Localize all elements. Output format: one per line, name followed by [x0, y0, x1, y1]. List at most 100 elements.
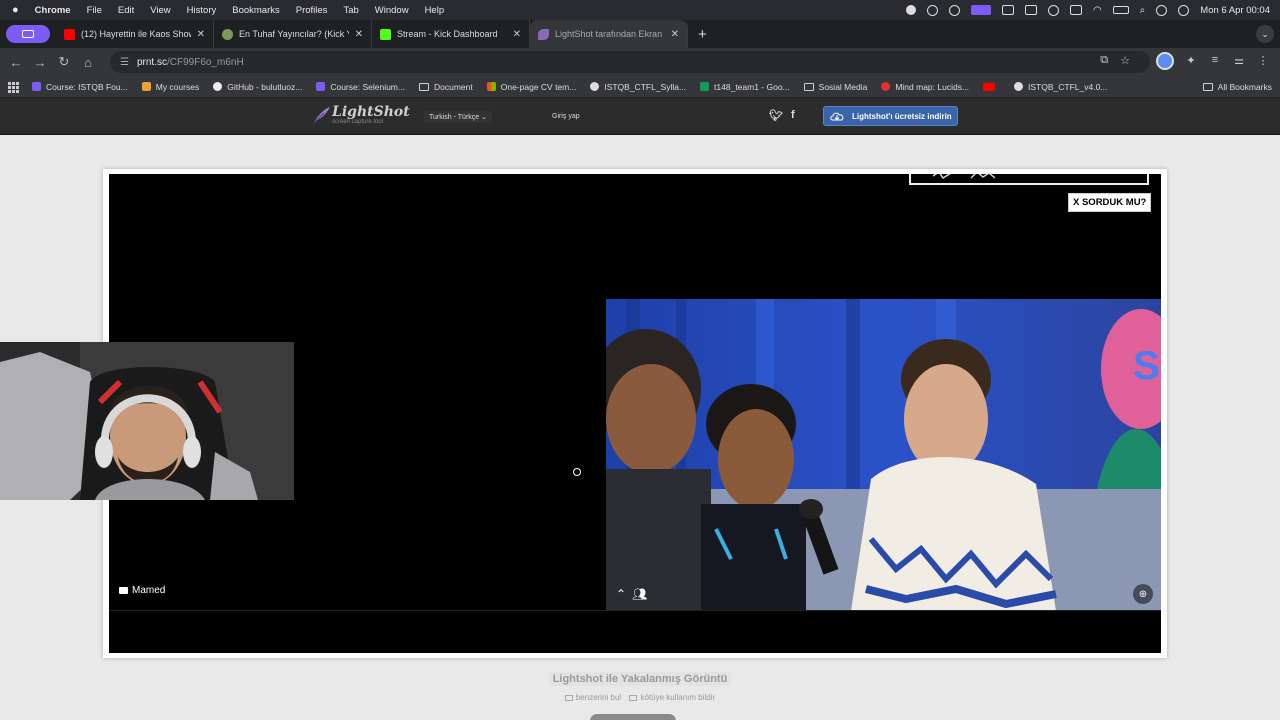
- profile-avatar[interactable]: [1156, 52, 1174, 70]
- screen-share-icon[interactable]: [970, 5, 991, 15]
- back-arrow-icon[interactable]: ←: [4, 55, 28, 70]
- globe-icon: [590, 82, 600, 91]
- siri-icon[interactable]: [1178, 4, 1190, 16]
- flag-icon: [629, 694, 638, 701]
- image-icon: [564, 694, 573, 701]
- cursor-icon: [573, 468, 581, 476]
- control-center-icon[interactable]: [1156, 4, 1168, 16]
- sync-icon[interactable]: [948, 4, 960, 16]
- people-icon[interactable]: 👥︎: [632, 587, 647, 601]
- chevron-up-icon[interactable]: ⌃: [616, 587, 626, 601]
- bookmark-item[interactable]: Course: Selenium...: [316, 82, 405, 92]
- microsoft-icon: [486, 82, 496, 91]
- menu-window[interactable]: Window: [375, 5, 409, 16]
- browser-toolbar: ← → ↻ ⌂ ☰ prnt.sc/CF99F6o_m6nH ⧉ ☆ ✦ ≡ ⚌…: [0, 48, 1280, 76]
- feather-icon: [313, 107, 330, 124]
- site-info-icon[interactable]: ☰: [120, 57, 129, 68]
- tab-kick-dashboard[interactable]: Stream - Kick Dashboard ✕: [372, 20, 530, 48]
- apps-grid-icon[interactable]: [8, 81, 19, 93]
- bookmark-item[interactable]: My courses: [141, 81, 200, 92]
- bookmark-star-icon[interactable]: ☆: [1120, 54, 1130, 67]
- reading-list-icon[interactable]: ≡: [1208, 54, 1222, 68]
- language-select[interactable]: Turkish - Türkçe ⌄: [424, 111, 493, 123]
- bookmark-item[interactable]: GitHub - bulutluoz...: [213, 82, 302, 92]
- menu-tab[interactable]: Tab: [343, 5, 358, 16]
- bookmark-item[interactable]: One-page CV tem...: [486, 82, 576, 92]
- close-icon[interactable]: ✕: [355, 29, 363, 40]
- download-button[interactable]: Lightshot'ı ücretsiz indirin: [823, 106, 958, 126]
- stream-banner-outline: [909, 174, 1149, 185]
- close-icon[interactable]: ✕: [197, 29, 205, 40]
- facebook-icon[interactable]: f: [791, 109, 795, 122]
- report-abuse-link[interactable]: kötüye kullanım bildir: [629, 693, 715, 702]
- spotlight-search-icon[interactable]: ⌕: [1140, 5, 1146, 16]
- extensions-puzzle-icon[interactable]: ✦: [1184, 54, 1198, 68]
- tab-title: En Tuhaf Yayıncılar? (Kick Ya: [239, 29, 349, 39]
- login-link[interactable]: Giriş yap: [547, 111, 585, 122]
- tab-lightshot[interactable]: LightShot tarafından Ekran Gö ✕: [530, 20, 688, 48]
- bookmark-favicon-icon: [141, 82, 151, 91]
- lightshot-header: LightShot screen capture tool Turkish - …: [0, 98, 1280, 135]
- bookmark-item[interactable]: Course: ISTQB Fou...: [32, 82, 128, 92]
- webcam-person-image: [0, 342, 294, 500]
- menu-profiles[interactable]: Profiles: [296, 5, 328, 16]
- github-icon: [213, 82, 223, 91]
- play-icon[interactable]: [1047, 4, 1059, 16]
- bookmark-item[interactable]: ISTQB_CTFL_Sylla...: [590, 82, 686, 92]
- install-app-icon[interactable]: ⧉: [1100, 54, 1108, 67]
- menu-edit[interactable]: Edit: [118, 5, 134, 16]
- more-menu-icon[interactable]: ⋮: [1256, 54, 1270, 68]
- all-bookmarks[interactable]: All Bookmarks: [1202, 82, 1272, 92]
- wifi-icon[interactable]: ◠: [1093, 5, 1102, 16]
- tab-kaos-show[interactable]: (12) Hayrettin ile Kaos Show ✕: [56, 20, 214, 48]
- menu-bookmarks[interactable]: Bookmarks: [232, 5, 280, 16]
- customize-icon[interactable]: ⚌: [1232, 54, 1246, 68]
- home-icon[interactable]: ⌂: [76, 55, 100, 70]
- menu-help[interactable]: Help: [425, 5, 445, 16]
- bookmark-label: GitHub - bulutluoz...: [227, 81, 303, 92]
- creative-cloud-icon[interactable]: [926, 4, 938, 16]
- video-frame: S: [606, 299, 1161, 611]
- menu-app-name[interactable]: Chrome: [35, 5, 71, 16]
- camera-icon[interactable]: [1024, 5, 1037, 15]
- bookmark-label: t148_team1 - Goo...: [714, 81, 790, 92]
- bookmark-label: My courses: [155, 81, 200, 92]
- bookmark-item[interactable]: t148_team1 - Goo...: [700, 82, 790, 92]
- new-tab-icon[interactable]: +: [698, 26, 707, 43]
- forward-arrow-icon[interactable]: →: [28, 55, 52, 70]
- reload-icon[interactable]: ↻: [52, 54, 76, 70]
- address-bar[interactable]: ☰ prnt.sc/CF99F6o_m6nH: [110, 51, 1150, 73]
- google-sheets-icon: [700, 82, 710, 91]
- bookmark-label: Document: [433, 81, 473, 92]
- battery-icon[interactable]: [1112, 6, 1129, 14]
- twitter-icon[interactable]: 🐦︎: [769, 109, 783, 122]
- bookmark-item[interactable]: [983, 82, 1000, 91]
- menu-file[interactable]: File: [87, 5, 102, 16]
- close-icon[interactable]: ✕: [671, 29, 679, 40]
- browser-tab-strip: (12) Hayrettin ile Kaos Show ✕ En Tuhaf …: [0, 20, 1280, 48]
- tab-tuhaf-yayincilar[interactable]: En Tuhaf Yayıncılar? (Kick Ya ✕: [214, 20, 372, 48]
- menu-clock[interactable]: Mon 6 Apr 00:04: [1200, 5, 1270, 16]
- menu-history[interactable]: History: [187, 5, 217, 16]
- bookmark-item[interactable]: Mind map: Lucids...: [881, 82, 969, 92]
- bookmark-item[interactable]: ISTQB_CTFL_v4.0...: [1014, 82, 1107, 92]
- tab-list-chevron-icon[interactable]: ⌄: [1256, 25, 1274, 43]
- lightshot-logo[interactable]: LightShot screen capture tool: [312, 105, 410, 125]
- menu-view[interactable]: View: [150, 5, 170, 16]
- capture-caption: Lightshot ile Yakalanmış Görüntü: [0, 672, 1280, 686]
- bottom-action-button[interactable]: [590, 714, 676, 720]
- keyboard-input-icon[interactable]: [1069, 5, 1082, 15]
- webcam-overlay: [0, 342, 294, 500]
- find-similar-link[interactable]: benzerini bul: [564, 693, 621, 702]
- bookmark-folder[interactable]: Sosial Media: [803, 82, 867, 92]
- zoom-in-icon[interactable]: ⊕: [1133, 584, 1153, 604]
- close-icon[interactable]: ✕: [513, 29, 521, 40]
- macos-menu-bar: ● Chrome File Edit View History Bookmark…: [0, 0, 1280, 20]
- chat-user-tag: Mamed: [119, 585, 165, 596]
- tab-search-icon[interactable]: [6, 25, 50, 43]
- bookmark-label: Course: Selenium...: [330, 81, 405, 92]
- status-dot-icon[interactable]: [905, 5, 916, 15]
- bookmark-folder[interactable]: Document: [418, 81, 473, 92]
- apple-icon[interactable]: ●: [12, 4, 19, 16]
- n-app-icon[interactable]: [1001, 5, 1014, 15]
